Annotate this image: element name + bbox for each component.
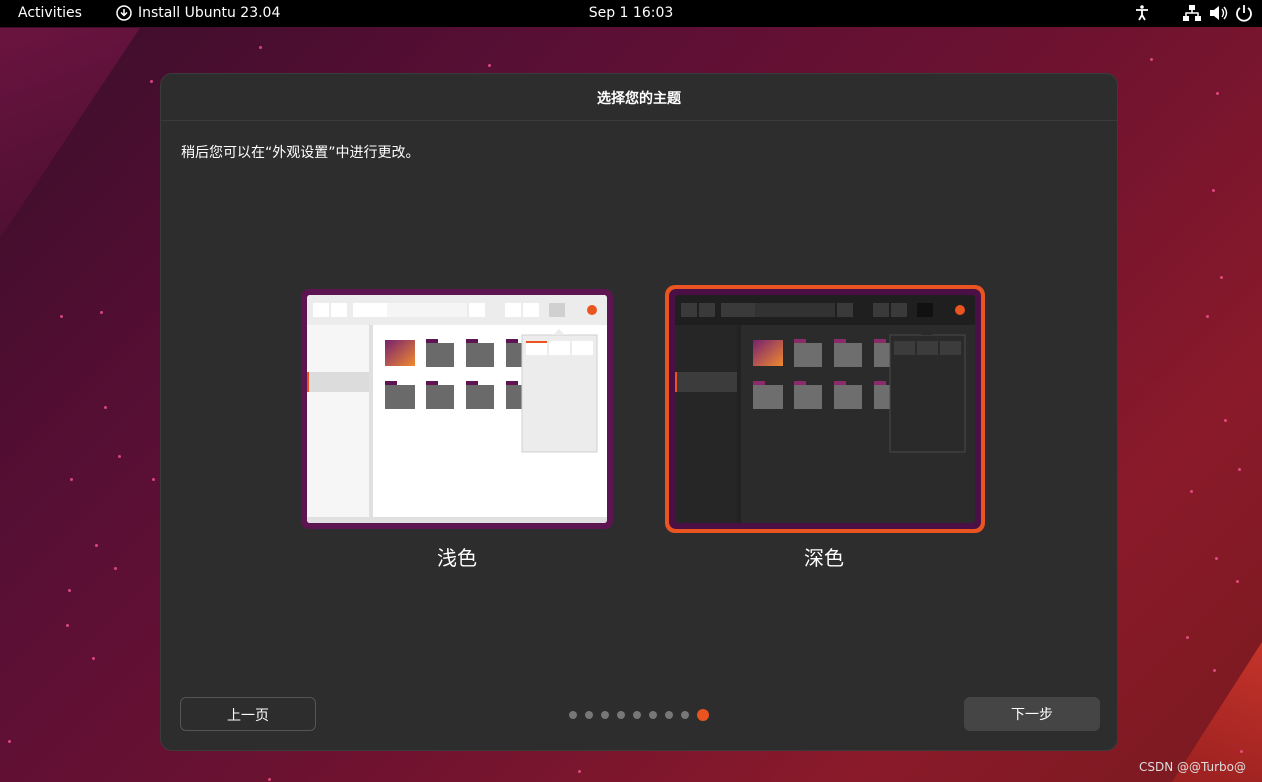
wallpaper-star: [1215, 557, 1218, 560]
wallpaper-star: [1240, 750, 1243, 753]
wallpaper-shape: [0, 28, 140, 238]
wallpaper-star: [1186, 636, 1189, 639]
wallpaper-star: [1236, 580, 1239, 583]
wallpaper-star: [60, 315, 63, 318]
theme-label-dark[interactable]: 深色: [804, 542, 844, 571]
wallpaper-star: [1216, 92, 1219, 95]
download-icon: [116, 5, 132, 21]
page-dot: [601, 711, 609, 719]
wallpaper-star: [68, 589, 71, 592]
wallpaper-star: [118, 455, 121, 458]
wallpaper-star: [66, 624, 69, 627]
wallpaper-star: [1206, 315, 1209, 318]
wallpaper-star: [1213, 669, 1216, 672]
next-button[interactable]: 下一步: [964, 697, 1100, 731]
wallpaper-star: [95, 544, 98, 547]
wallpaper-star: [1220, 276, 1223, 279]
wallpaper-star: [114, 567, 117, 570]
activities-button[interactable]: Activities: [18, 5, 82, 21]
wallpaper-star: [1212, 189, 1215, 192]
app-menu[interactable]: Install Ubuntu 23.04: [116, 5, 280, 21]
dialog-title: 选择您的主题: [161, 74, 1117, 121]
accessibility-icon[interactable]: [1132, 4, 1152, 22]
app-name: Install Ubuntu 23.04: [138, 5, 281, 21]
dark-theme-preview: [675, 295, 975, 523]
theme-option-dark[interactable]: [665, 285, 985, 533]
wallpaper-star: [1150, 58, 1153, 61]
page-dot: [585, 711, 593, 719]
volume-icon[interactable]: [1208, 4, 1228, 22]
wallpaper-star: [150, 80, 153, 83]
top-bar: Activities Install Ubuntu 23.04 Sep 1 16…: [0, 0, 1262, 27]
dark-theme-frame: [669, 289, 981, 529]
wallpaper-star: [1224, 419, 1227, 422]
wallpaper-star: [100, 311, 103, 314]
wallpaper-star: [1238, 468, 1241, 471]
wallpaper-star: [268, 778, 271, 781]
page-dot: [633, 711, 641, 719]
page-dot: [649, 711, 657, 719]
page-dot: [681, 711, 689, 719]
wallpaper-star: [104, 406, 107, 409]
wallpaper-star: [1190, 490, 1193, 493]
system-tray[interactable]: [1120, 4, 1254, 22]
wallpaper-star: [92, 657, 95, 660]
wallpaper-star: [578, 770, 581, 773]
install-dialog: 选择您的主题 稍后您可以在“外观设置”中进行更改。 浅色 深色 上一页 下一步: [160, 73, 1118, 751]
network-icon[interactable]: [1182, 4, 1202, 22]
page-dot: [569, 711, 577, 719]
light-theme-preview: [307, 295, 607, 523]
dialog-subtitle: 稍后您可以在“外观设置”中进行更改。: [181, 145, 420, 161]
wallpaper-star: [8, 740, 11, 743]
wallpaper-star: [152, 478, 155, 481]
watermark: CSDN @@Turbo@: [1138, 760, 1246, 774]
power-icon[interactable]: [1234, 4, 1254, 22]
page-dot: [617, 711, 625, 719]
back-button[interactable]: 上一页: [180, 697, 316, 731]
wallpaper-star: [488, 64, 491, 67]
page-dot-active: [697, 709, 709, 721]
clock-text[interactable]: Sep 1 16:03: [589, 5, 674, 21]
wallpaper-star: [259, 46, 262, 49]
wallpaper-star: [70, 478, 73, 481]
theme-label-light[interactable]: 浅色: [437, 542, 477, 571]
page-dot: [665, 711, 673, 719]
page-indicator: [569, 709, 709, 721]
theme-option-light[interactable]: [301, 289, 613, 529]
